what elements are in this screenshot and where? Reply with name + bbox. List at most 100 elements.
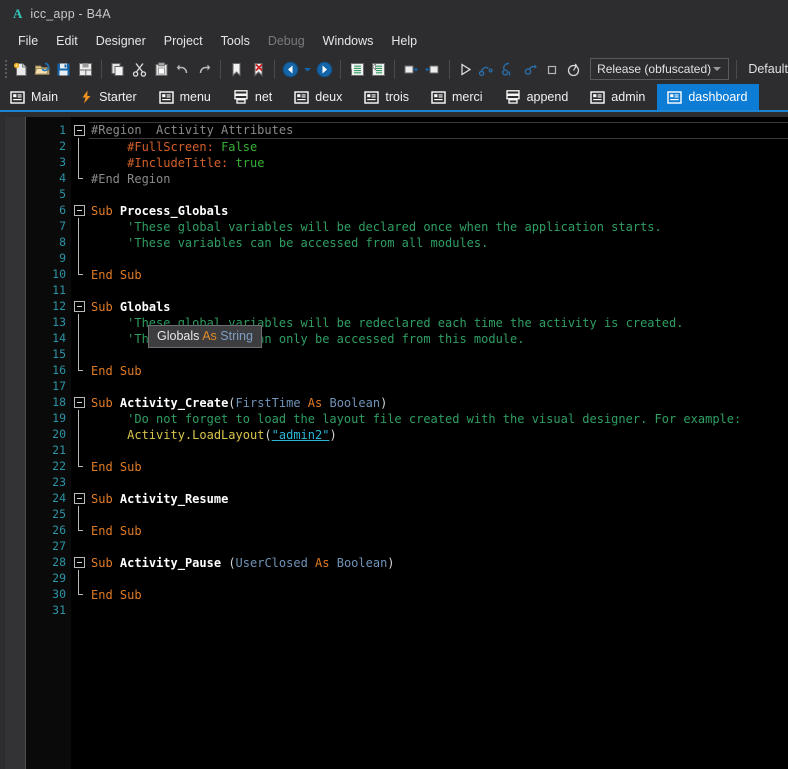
line-number: 14 xyxy=(52,331,66,345)
copy-icon[interactable] xyxy=(107,56,129,82)
module-icon xyxy=(590,90,605,104)
menu-designer[interactable]: Designer xyxy=(87,31,155,51)
tab-label: append xyxy=(526,90,569,104)
fold-toggle-process-globals[interactable] xyxy=(71,202,89,218)
fold-toggle-activity-create[interactable] xyxy=(71,394,89,410)
menu-tools[interactable]: Tools xyxy=(212,31,259,51)
tab-merci[interactable]: merci xyxy=(421,84,495,110)
token-paren: ( xyxy=(228,396,236,410)
clear-bookmark-icon[interactable] xyxy=(248,56,270,82)
navigate-back-icon[interactable] xyxy=(280,56,302,82)
module-icon xyxy=(364,90,380,104)
new-file-icon[interactable] xyxy=(10,56,32,82)
line-number: 8 xyxy=(59,235,66,249)
toolbar: Release (obfuscated) Default xyxy=(0,54,788,84)
tab-dashboard[interactable]: dashboard xyxy=(657,84,760,110)
code-line-22: End Sub xyxy=(89,459,788,475)
breakpoint-margin[interactable] xyxy=(5,117,26,769)
tab-append[interactable]: append xyxy=(495,84,581,110)
module-icon xyxy=(10,90,25,104)
build-config-dropdown[interactable]: Release (obfuscated) xyxy=(590,58,730,80)
fold-toggle-activity-pause[interactable] xyxy=(71,554,89,570)
tab-menu[interactable]: menu xyxy=(149,84,223,110)
token-as: As xyxy=(315,556,330,570)
tab-deux[interactable]: deux xyxy=(284,84,354,110)
code-editor[interactable]: 1 2 3 4 5 6 7 8 9 10 11 12 13 14 15 16 1… xyxy=(0,117,788,769)
code-line-20: Activity.LoadLayout("admin2") xyxy=(89,427,788,443)
token-comment: 'Do not forget to load the layout file c… xyxy=(127,412,742,426)
token-paren: ( xyxy=(228,556,236,570)
outdent-icon[interactable] xyxy=(368,56,390,82)
comment-block-icon[interactable] xyxy=(400,56,422,82)
undo-icon[interactable] xyxy=(172,56,194,82)
run-icon[interactable] xyxy=(454,56,476,82)
tab-admin[interactable]: admin xyxy=(580,84,657,110)
step-into-icon[interactable] xyxy=(498,56,520,82)
module-icon xyxy=(667,90,683,104)
toolbar-separator xyxy=(340,59,342,79)
restart-icon[interactable] xyxy=(562,56,584,82)
code-text-area[interactable]: #Region Activity Attributes #FullScreen:… xyxy=(89,117,788,769)
indent-icon[interactable] xyxy=(346,56,368,82)
toolbar-separator xyxy=(274,59,276,79)
line-number: 26 xyxy=(52,523,66,537)
navigate-forward-icon[interactable] xyxy=(314,56,336,82)
menu-help[interactable]: Help xyxy=(382,31,426,51)
token-firsttime: FirstTime xyxy=(235,396,301,410)
navigate-history-icon[interactable] xyxy=(302,56,314,82)
cut-icon[interactable] xyxy=(129,56,151,82)
tab-trois[interactable]: trois xyxy=(354,84,421,110)
token-region: #Region xyxy=(91,123,142,137)
menu-edit[interactable]: Edit xyxy=(47,31,87,51)
menu-project[interactable]: Project xyxy=(155,31,212,51)
token-end-sub: End Sub xyxy=(91,364,142,378)
save-all-icon[interactable] xyxy=(75,56,97,82)
toolbar-grip[interactable] xyxy=(2,58,10,80)
step-out-icon[interactable] xyxy=(519,56,541,82)
tab-label: Starter xyxy=(99,90,137,104)
token-end-region: #End Region xyxy=(91,172,171,186)
fold-toggle-region[interactable] xyxy=(71,122,89,138)
tab-label: admin xyxy=(611,90,646,104)
tooltip-type: String xyxy=(220,329,253,343)
bookmark-icon[interactable] xyxy=(226,56,248,82)
module-tab-bar: Main Starter menu net deux trois merci a… xyxy=(0,84,788,112)
code-line-18: Sub Activity_Create(FirstTime As Boolean… xyxy=(89,395,788,411)
tab-starter[interactable]: Starter xyxy=(70,84,149,110)
code-line-1: #Region Activity Attributes xyxy=(89,122,788,139)
line-number: 2 xyxy=(59,139,66,153)
token-end-sub: End Sub xyxy=(91,268,142,282)
open-folder-icon[interactable] xyxy=(31,56,53,82)
paste-icon[interactable] xyxy=(150,56,172,82)
module-icon xyxy=(158,90,174,104)
save-icon[interactable] xyxy=(53,56,75,82)
service-icon xyxy=(233,90,249,104)
fold-toggle-activity-resume[interactable] xyxy=(71,490,89,506)
fold-toggle-globals[interactable] xyxy=(71,298,89,314)
token-boolean: Boolean xyxy=(336,556,388,570)
line-number: 9 xyxy=(59,251,66,265)
stop-icon[interactable] xyxy=(541,56,563,82)
redo-icon[interactable] xyxy=(194,56,216,82)
token-paren: ) xyxy=(329,428,337,442)
token-paren: ( xyxy=(264,428,272,442)
uncomment-block-icon[interactable] xyxy=(422,56,444,82)
line-number: 4 xyxy=(59,171,66,185)
code-folding-margin[interactable] xyxy=(71,117,89,769)
menu-file[interactable]: File xyxy=(9,31,47,51)
token-includetitle-value: true xyxy=(235,156,265,170)
line-number: 15 xyxy=(52,347,66,361)
tab-label: net xyxy=(254,90,273,104)
token-sub: Sub xyxy=(91,396,113,410)
tab-main[interactable]: Main xyxy=(0,84,70,110)
step-over-icon[interactable] xyxy=(476,56,498,82)
token-comment: 'These variables can be accessed from al… xyxy=(127,236,489,250)
menu-windows[interactable]: Windows xyxy=(314,31,383,51)
tab-net[interactable]: net xyxy=(223,84,284,110)
